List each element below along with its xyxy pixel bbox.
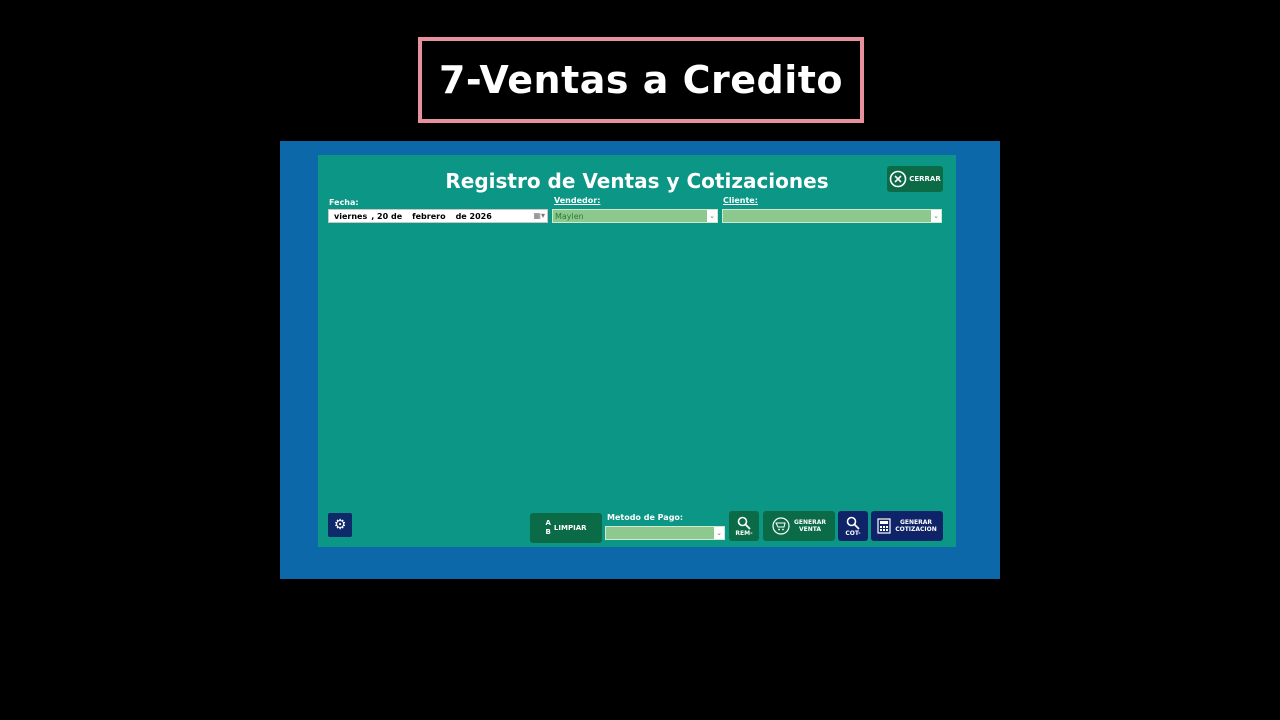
chevron-down-icon[interactable]: ⌄ [707,210,717,222]
generar-cotizacion-label: GENERAR COTIZACION [895,519,937,533]
cart-icon [772,517,790,535]
vendedor-value: Maylen [555,211,584,221]
generar-venta-button[interactable]: GENERAR VENTA [763,511,835,541]
video-title: 7-Ventas a Credito [438,58,844,102]
fecha-year: de 2026 [455,211,492,221]
sales-form: Registro de Ventas y Cotizaciones CERRAR… [318,155,956,547]
close-button[interactable]: CERRAR [887,166,943,192]
generar-venta-line2: VENTA [798,526,822,533]
fecha-day: , 20 de [371,211,403,221]
vendedor-select[interactable]: Maylen ⌄ [552,209,718,223]
fecha-month: febrero [412,211,446,221]
cliente-select[interactable]: ⌄ [722,209,942,223]
fecha-date-picker[interactable]: viernes , 20 de febrero de 2026 ▦▾ [328,209,548,223]
metodo-pago-label: Metodo de Pago: [607,513,684,522]
settings-button[interactable]: ⚙ [328,513,352,537]
eraser-icon-letter-b: B [545,528,551,536]
close-circle-icon [889,170,907,188]
chevron-down-icon[interactable]: ⌄ [714,527,724,539]
calculator-icon [877,518,891,534]
generar-venta-label: GENERAR VENTA [794,519,826,533]
metodo-pago-select[interactable]: ⌄ [605,526,725,540]
cliente-label: Cliente: [723,196,758,205]
limpiar-button[interactable]: A B LIMPIAR [530,513,602,543]
vendedor-label: Vendedor: [554,196,601,205]
rem-label: REM- [735,529,753,537]
fecha-label: Fecha: [329,198,359,207]
magnifier-icon [846,516,860,530]
magnifier-icon [737,516,751,530]
fecha-day-name: viernes [334,211,368,221]
search-cot-button[interactable]: COT- [838,511,868,541]
gear-icon: ⚙ [333,517,347,533]
video-title-banner: 7-Ventas a Credito [418,37,864,123]
eraser-icon-letter-a: A [545,519,551,527]
generar-cotizacion-line1: GENERAR [899,519,933,526]
search-rem-button[interactable]: REM- [729,511,759,541]
eraser-icon: A B [546,519,551,537]
chevron-down-icon[interactable]: ⌄ [931,210,941,222]
close-button-label: CERRAR [909,175,941,183]
cot-label: COT- [845,529,861,537]
limpiar-label: LIMPIAR [553,523,587,532]
calendar-icon[interactable]: ▦▾ [533,211,545,220]
generar-cotizacion-button[interactable]: GENERAR COTIZACION [871,511,943,541]
form-title: Registro de Ventas y Cotizaciones [445,169,829,193]
generar-cotizacion-line2: COTIZACION [895,526,937,533]
generar-venta-line1: GENERAR [793,519,827,526]
